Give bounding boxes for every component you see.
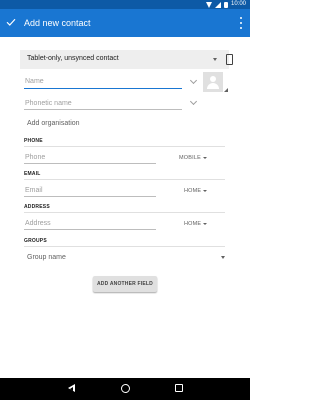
phone-section-header: PHONE: [24, 138, 43, 144]
check-icon[interactable]: [5, 16, 17, 28]
wifi-icon: [205, 1, 212, 8]
group-name-select[interactable]: Group name: [27, 254, 66, 262]
tablet-icon: [226, 54, 233, 65]
address-underline: [24, 229, 156, 230]
status-time: 10:00: [230, 1, 246, 7]
account-selector[interactable]: Tablet-only, unsynced contact: [20, 50, 233, 69]
app-bar: Add new contact: [0, 9, 250, 37]
phone-type-label: MOBILE: [179, 155, 201, 161]
groups-caret-icon[interactable]: [221, 256, 225, 259]
photo-corner-indicator-icon: [224, 88, 228, 92]
name-field[interactable]: Name: [25, 78, 44, 86]
person-icon-body: [207, 83, 219, 89]
back-icon-inner: [70, 386, 73, 391]
navigation-bar: [0, 378, 250, 400]
more-vert-icon[interactable]: [240, 17, 243, 29]
status-bar: 10:00: [0, 0, 250, 9]
person-icon: [210, 76, 216, 82]
email-section-header: EMAIL: [24, 171, 41, 177]
address-field[interactable]: Address: [25, 220, 51, 228]
address-divider: [24, 212, 225, 213]
phone-field[interactable]: Phone: [25, 154, 45, 162]
signal-icon: [214, 1, 221, 8]
expand-phonetic-chevron-icon[interactable]: [189, 97, 198, 106]
phone-underline: [24, 163, 156, 164]
add-organisation-link[interactable]: Add organisation: [27, 120, 80, 128]
email-type-select[interactable]: HOME: [184, 188, 208, 194]
address-type-label: HOME: [184, 221, 202, 227]
phonetic-name-underline: [24, 109, 182, 110]
address-section-header: ADDRESS: [24, 204, 50, 210]
expand-name-chevron-icon[interactable]: [189, 76, 198, 85]
email-underline: [24, 196, 156, 197]
groups-divider: [24, 246, 225, 247]
home-icon[interactable]: [121, 384, 130, 393]
groups-section-header: GROUPS: [24, 238, 47, 244]
phone-divider: [24, 146, 225, 147]
phone-type-caret-icon: [202, 156, 207, 159]
contact-photo[interactable]: [203, 72, 223, 92]
email-type-caret-icon: [203, 189, 208, 192]
add-another-field-button[interactable]: ADD ANOTHER FIELD: [93, 276, 157, 292]
page-title: Add new contact: [24, 18, 91, 28]
battery-icon: [223, 1, 228, 8]
recents-icon[interactable]: [175, 384, 183, 392]
dropdown-caret-icon: [213, 58, 217, 61]
status-icons: 10:00: [205, 1, 246, 8]
name-underline: [24, 88, 182, 89]
email-type-label: HOME: [184, 188, 202, 194]
address-type-select[interactable]: HOME: [184, 221, 208, 227]
email-field[interactable]: Email: [25, 187, 43, 195]
email-divider: [24, 179, 225, 180]
address-type-caret-icon: [203, 222, 208, 225]
account-label: Tablet-only, unsynced contact: [27, 55, 119, 62]
phone-type-select[interactable]: MOBILE: [179, 155, 207, 161]
phonetic-name-field[interactable]: Phonetic name: [25, 100, 72, 108]
